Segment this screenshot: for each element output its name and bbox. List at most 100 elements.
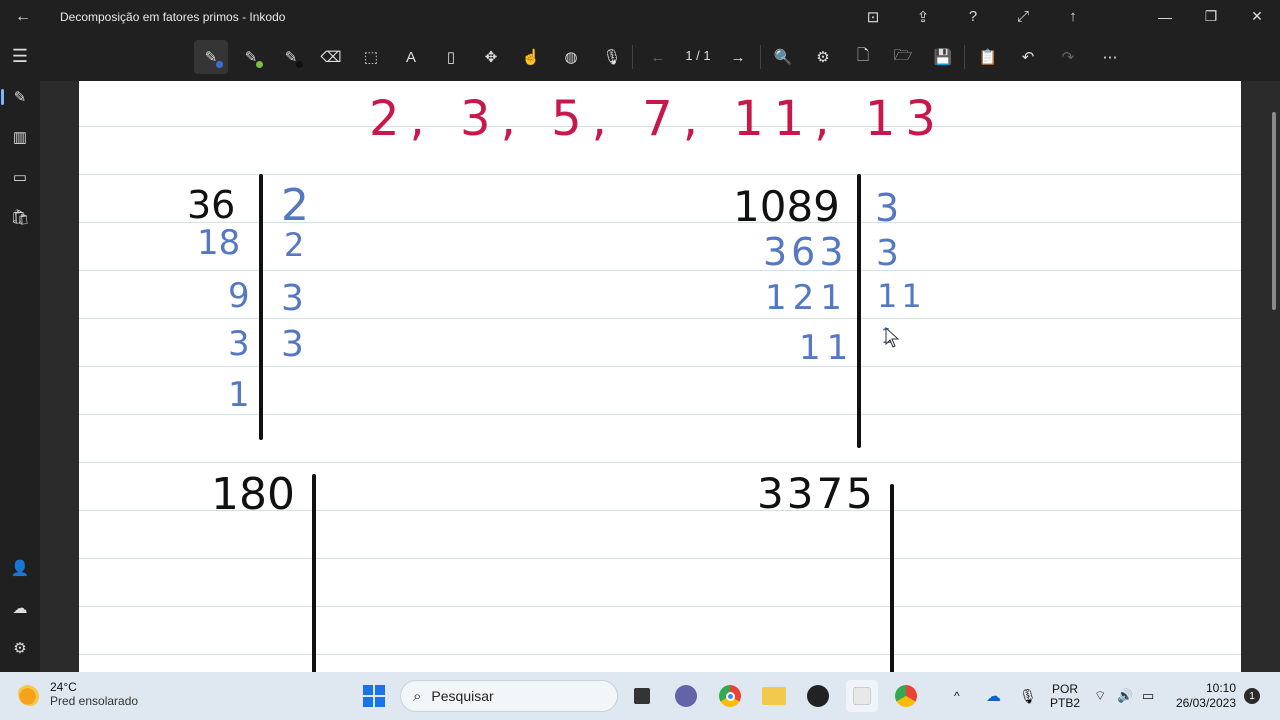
dividend-36: 36	[187, 183, 236, 227]
palette-icon[interactable]: ◍	[554, 40, 588, 74]
division-bar	[857, 174, 861, 448]
window-controls: — ❐ ✕	[1142, 0, 1280, 33]
toolbar: ☰ ✎ ✎ ✎ ⌫ ⬚ A ▯ ✥ ☝ ◍ 🎙 ← 1 / 1 → 🔍 ⚙ 🗋 …	[0, 33, 1280, 81]
close-button[interactable]: ✕	[1234, 0, 1280, 33]
lasso-select-icon[interactable]: ⬚	[354, 40, 388, 74]
pan-icon[interactable]: ✥	[474, 40, 508, 74]
wifi-icon[interactable]: ⌔	[1094, 672, 1106, 720]
cloud-icon[interactable]: ☁	[6, 594, 34, 622]
minimize-button[interactable]: —	[1142, 0, 1188, 33]
page-indicator: 1 / 1	[685, 48, 711, 63]
clock-time: 10:10	[1205, 681, 1236, 695]
dividend-180: 180	[211, 469, 295, 520]
battery-icon[interactable]: ▭	[1142, 672, 1154, 720]
ruled-line	[79, 558, 1241, 559]
divisor-3: 3	[875, 186, 900, 230]
tray-chevron-icon[interactable]: ^	[954, 672, 960, 720]
chrome-icon[interactable]	[714, 680, 746, 712]
keyboard-layout: PTB2	[1050, 696, 1081, 710]
chrome-profile-icon[interactable]	[890, 680, 922, 712]
volume-icon[interactable]: 🔊	[1117, 672, 1133, 720]
touch-icon[interactable]: ☝	[514, 40, 548, 74]
vertical-scrollbar[interactable]	[1272, 112, 1276, 310]
settings-icon[interactable]: ⚙	[6, 634, 34, 662]
text-icon[interactable]: A	[394, 40, 428, 74]
left-rail: ✎ ▥ ▭ 🛍 👤 ☁ ⚙	[0, 81, 40, 672]
notebook-page[interactable]: 2, 3, 5, 7, 11, 13 36 18 9 3 1 2 2 3 3 1…	[79, 81, 1241, 672]
file-explorer-icon[interactable]	[758, 680, 790, 712]
expand-icon[interactable]: ⤢	[998, 0, 1048, 33]
adjust-icon[interactable]: ⚙	[806, 40, 840, 74]
task-view-icon[interactable]	[626, 680, 658, 712]
maximize-button[interactable]: ❐	[1188, 0, 1234, 33]
pen-color-dot	[296, 61, 303, 68]
inkodo-app-icon[interactable]	[846, 680, 878, 712]
divider	[964, 45, 965, 69]
fullscreen-icon[interactable]: ⊡	[848, 0, 898, 33]
pen-color-dot	[256, 61, 263, 68]
account-icon[interactable]: 👤	[6, 554, 34, 582]
windows-logo-icon	[363, 685, 385, 707]
ruled-line	[79, 462, 1241, 463]
ruled-line	[79, 414, 1241, 415]
ruled-line	[79, 222, 1241, 223]
ruled-line	[79, 270, 1241, 271]
draw-icon[interactable]: ✎	[1, 83, 34, 111]
weather-widget[interactable]: 24°C Pred ensolarado	[18, 680, 138, 708]
divisor-3: 3	[876, 233, 899, 274]
cursor-icon	[885, 327, 900, 348]
dividend-1089: 1089	[733, 182, 840, 231]
library-icon[interactable]: ▥	[6, 123, 34, 151]
onedrive-icon[interactable]: ☁	[986, 672, 1001, 720]
new-file-icon[interactable]: 🗋	[846, 40, 880, 74]
more-icon[interactable]: ⋯	[1093, 40, 1127, 74]
divider	[760, 45, 761, 69]
language-indicator[interactable]: POR PTB2	[1050, 672, 1080, 720]
share-icon[interactable]: ⇪	[898, 0, 948, 33]
ruled-line	[79, 654, 1241, 655]
eraser-icon[interactable]: ⌫	[314, 40, 348, 74]
open-folder-icon[interactable]: 🗁	[886, 40, 920, 74]
previous-page-icon[interactable]: ←	[641, 40, 675, 74]
undo-icon[interactable]: ↶	[1011, 40, 1045, 74]
microphone-icon[interactable]: 🎙	[1019, 672, 1037, 720]
clock[interactable]: 10:10 26/03/2023	[1176, 681, 1236, 711]
pen-blue-tool[interactable]: ✎	[194, 40, 228, 74]
ruled-line	[79, 174, 1241, 175]
ruled-line	[79, 366, 1241, 367]
obs-icon[interactable]	[802, 680, 834, 712]
next-page-icon[interactable]: →	[721, 40, 755, 74]
start-icon[interactable]	[358, 680, 390, 712]
divisor-11: 11	[877, 277, 926, 315]
slides-icon[interactable]: ▭	[6, 163, 34, 191]
collapse-icon[interactable]: ↑	[1048, 0, 1098, 33]
dividend-3: 3	[228, 324, 250, 364]
ruler-icon[interactable]: ▯	[434, 40, 468, 74]
divisor-2: 2	[284, 226, 305, 264]
taskbar: 24°C Pred ensolarado ⌕ Pesquisar ^ ☁ 🎙 P…	[0, 672, 1280, 720]
redo-icon[interactable]: ↷	[1051, 40, 1085, 74]
zoom-icon[interactable]: 🔍	[766, 40, 800, 74]
microphone-icon[interactable]: 🎙	[595, 40, 629, 74]
taskbar-search[interactable]: ⌕ Pesquisar	[400, 680, 618, 712]
dividend-18: 18	[197, 223, 241, 263]
dividend-363: 363	[763, 230, 848, 274]
save-icon[interactable]: 💾	[926, 40, 960, 74]
weather-temp: 24°C	[50, 680, 77, 694]
weather-condition: Pred ensolarado	[50, 694, 139, 708]
menu-icon[interactable]: ☰	[9, 45, 31, 67]
divider	[632, 45, 633, 69]
pen-color-dot	[216, 61, 223, 68]
notification-badge[interactable]: 1	[1244, 688, 1260, 704]
store-icon[interactable]: 🛍	[6, 203, 34, 231]
paste-icon[interactable]: 📋	[971, 40, 1005, 74]
title-bar: ← Decomposição em fatores primos - Inkod…	[0, 0, 1280, 33]
pen-black-tool[interactable]: ✎	[274, 40, 308, 74]
divisor-3: 3	[281, 324, 304, 365]
pen-green-tool[interactable]: ✎	[234, 40, 268, 74]
teams-chat-icon[interactable]	[670, 680, 702, 712]
back-icon[interactable]: ←	[0, 0, 46, 33]
window-title: Decomposição em fatores primos - Inkodo	[60, 9, 286, 24]
help-icon[interactable]: ?	[948, 0, 998, 33]
division-bar	[312, 474, 316, 672]
